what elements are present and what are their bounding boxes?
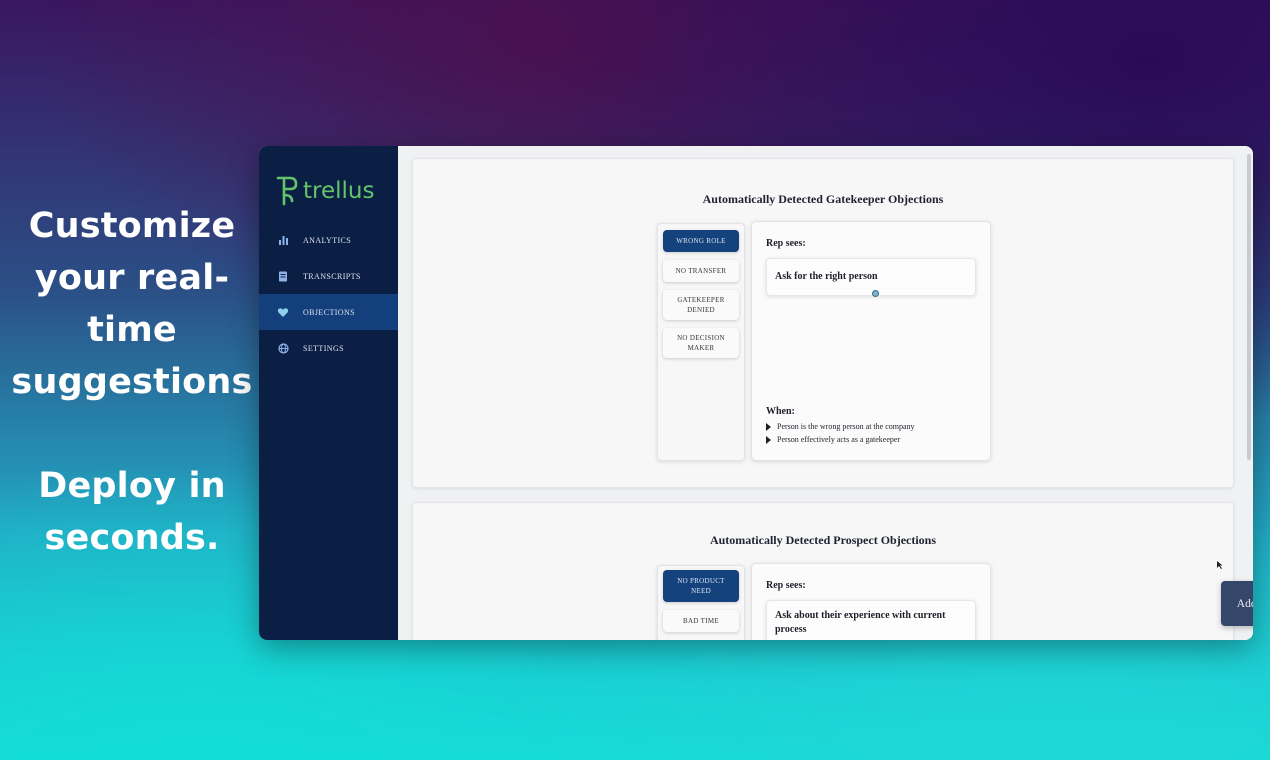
sidebar-item-label: SETTINGS	[303, 343, 344, 353]
caret-right-icon	[766, 422, 771, 431]
condition-text: Person effectively acts as a gatekeeper	[777, 435, 901, 444]
promo-headline: Customize your real-time suggestions	[11, 206, 253, 402]
sidebar-item-label: TRANSCRIPTS	[303, 271, 361, 281]
sidebar-item-analytics[interactable]: ANALYTICS	[259, 222, 398, 258]
app-window: trellus ANALYTICS TRANSCRIPTS OBJECTIONS	[259, 146, 1253, 640]
prospect-objections-panel: Automatically Detected Prospect Objectio…	[412, 502, 1234, 640]
suggestion-box[interactable]: Ask about their experience with current …	[766, 600, 976, 640]
sidebar-item-label: OBJECTIONS	[303, 307, 356, 317]
tab-gatekeeper-denied[interactable]: GATEKEEPER DENIED	[663, 290, 739, 320]
gatekeeper-objections-panel: Automatically Detected Gatekeeper Object…	[412, 158, 1234, 488]
mouse-cursor-icon	[1217, 561, 1223, 569]
sidebar-item-objections[interactable]: OBJECTIONS	[259, 294, 398, 330]
condition-item: Person effectively acts as a gatekeeper	[766, 433, 915, 446]
objection-detail-card: Rep sees: Ask for the right person When:…	[751, 221, 991, 461]
brand-name: trellus	[303, 178, 375, 204]
tab-no-transfer[interactable]: NO TRANSFER	[663, 260, 739, 282]
sidebar-item-label: ANALYTICS	[303, 235, 352, 245]
tab-wrong-role[interactable]: WRONG ROLE	[663, 230, 739, 252]
document-icon	[277, 270, 289, 282]
brand-logo[interactable]: trellus	[259, 146, 398, 216]
globe-icon	[277, 342, 289, 354]
suggestion-box[interactable]: Ask for the right person	[766, 258, 976, 296]
when-label: When:	[766, 406, 795, 417]
heart-hand-icon	[277, 306, 289, 318]
bar-chart-icon	[277, 234, 289, 246]
tab-no-product-need[interactable]: NO PRODUCT NEED	[663, 570, 739, 602]
tab-no-decision-maker[interactable]: NO DECISION MAKER	[663, 328, 739, 358]
condition-text: Person is the wrong person at the compan…	[777, 422, 915, 431]
objection-detail-card: Rep sees: Ask about their experience wit…	[751, 563, 991, 640]
objection-tab-list: NO PRODUCT NEED BAD TIME	[657, 565, 745, 640]
panel-title: Automatically Detected Gatekeeper Object…	[702, 192, 944, 206]
sidebar-item-settings[interactable]: SETTINGS	[259, 330, 398, 366]
panel-title: Automatically Detected Prospect Objectio…	[709, 533, 937, 547]
promo-subline: Deploy in seconds.	[38, 466, 226, 558]
scrollbar[interactable]	[1247, 154, 1251, 460]
condition-item: Person is the wrong person at the compan…	[766, 420, 915, 433]
rep-sees-label: Rep sees:	[766, 580, 806, 591]
add-custom-trigger-button[interactable]: Add custom trigger (+)	[1221, 581, 1253, 626]
drag-handle-icon[interactable]	[872, 290, 879, 297]
caret-right-icon	[766, 435, 771, 444]
sidebar-item-transcripts[interactable]: TRANSCRIPTS	[259, 258, 398, 294]
sidebar: trellus ANALYTICS TRANSCRIPTS OBJECTIONS	[259, 146, 398, 640]
objection-tab-list: WRONG ROLE NO TRANSFER GATEKEEPER DENIED…	[657, 223, 745, 461]
sidebar-nav: ANALYTICS TRANSCRIPTS OBJECTIONS SETTING…	[259, 222, 398, 366]
main-content: Automatically Detected Gatekeeper Object…	[398, 146, 1253, 640]
when-conditions: When: Person is the wrong person at the …	[766, 406, 915, 446]
tab-bad-time[interactable]: BAD TIME	[663, 610, 739, 632]
promo-copy: Customize your real-time suggestions Dep…	[10, 200, 254, 564]
rep-sees-label: Rep sees:	[766, 238, 806, 249]
trellus-logo-icon	[276, 176, 298, 206]
